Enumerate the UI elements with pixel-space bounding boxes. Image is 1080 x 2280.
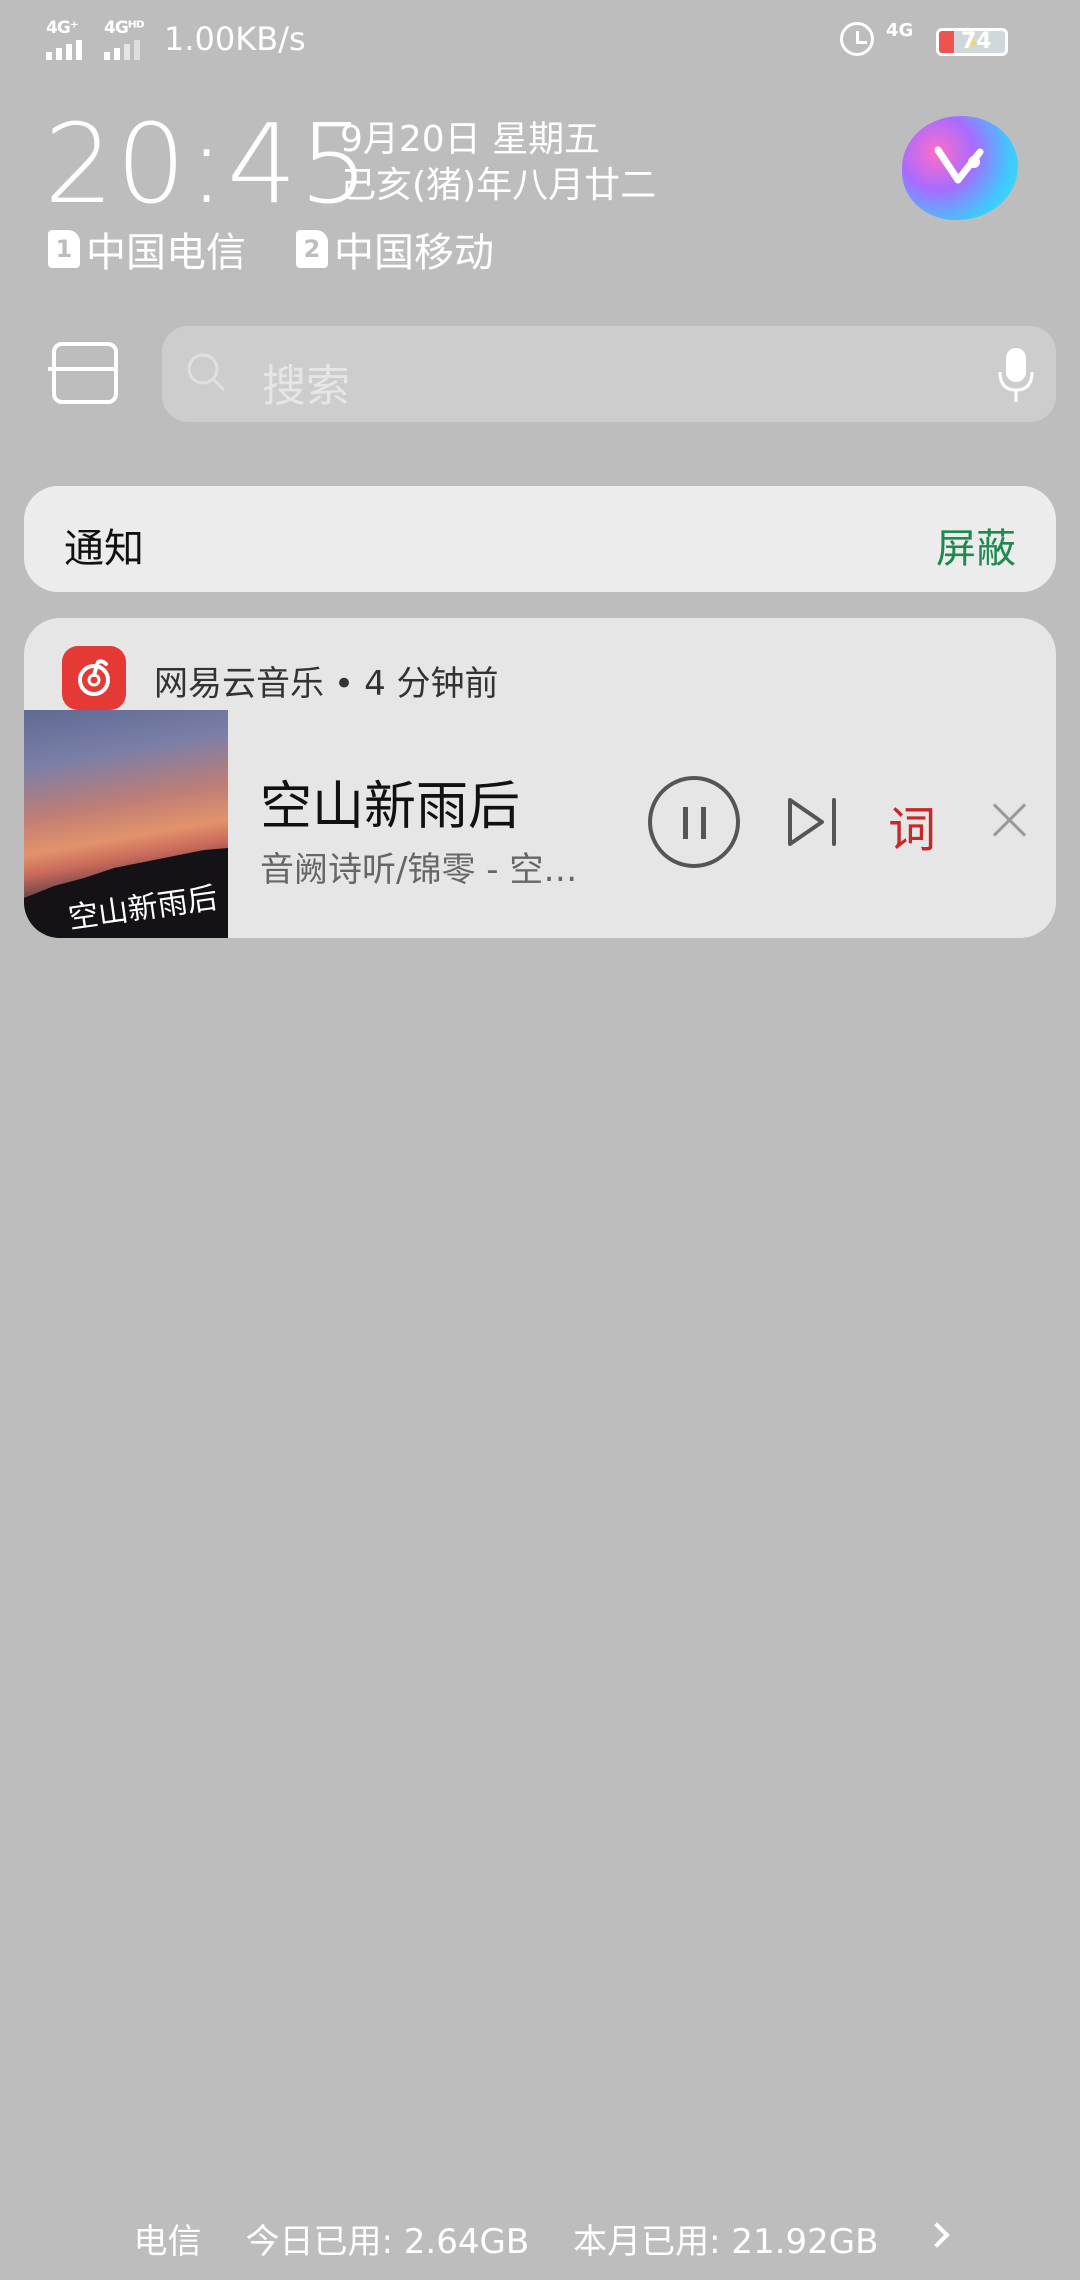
separator: • bbox=[334, 664, 355, 704]
chevron-right-icon[interactable] bbox=[924, 2222, 951, 2248]
assistant-logo-icon bbox=[934, 146, 984, 184]
search-placeholder: 搜索 bbox=[262, 361, 350, 412]
sim2-network-type: 4Gᴴᴰ bbox=[104, 18, 145, 38]
footer-carrier: 电信 bbox=[133, 2222, 202, 2262]
notification-time: 4 分钟前 bbox=[364, 664, 499, 704]
app-name: 网易云音乐 bbox=[154, 664, 324, 704]
sim2-icon: 2 bbox=[296, 230, 328, 268]
search-bar[interactable]: 搜索 bbox=[162, 326, 1056, 422]
network-type: 4G bbox=[886, 20, 914, 41]
voice-assistant-button[interactable] bbox=[902, 116, 1018, 220]
pause-button[interactable] bbox=[648, 776, 740, 868]
lunar-date-line: 己亥(猪)年八月廿二 bbox=[340, 165, 657, 206]
alarm-icon bbox=[840, 22, 874, 56]
network-speed: 1.00KB/s bbox=[164, 20, 306, 58]
data-usage-bar[interactable]: 电信 今日已用: 2.64GB 本月已用: 21.92GB bbox=[0, 2214, 1080, 2264]
carrier-name: 中国电信 bbox=[86, 230, 246, 276]
sim1-network-type: 4G⁺ bbox=[46, 18, 79, 38]
sim1-signal-icon: 4G⁺ bbox=[46, 18, 92, 60]
song-title: 空山新雨后 bbox=[260, 777, 521, 837]
today-data-usage: 今日已用: 2.64GB bbox=[245, 2222, 530, 2262]
lyrics-button[interactable]: 词 bbox=[888, 790, 936, 860]
carrier-list: 1 中国电信 2 中国移动 bbox=[48, 220, 494, 278]
carrier-sim1: 1 中国电信 bbox=[48, 220, 246, 278]
song-artist: 音阙诗听/锦零 - 空… bbox=[260, 850, 578, 890]
mute-button[interactable]: 屏蔽 bbox=[936, 516, 1016, 574]
next-track-icon[interactable] bbox=[784, 794, 844, 850]
notification-meta: 网易云音乐 • 4 分钟前 bbox=[154, 656, 499, 705]
status-bar: 4G⁺ 4Gᴴᴰ 1.00KB/s 4G ⚡ 74 bbox=[0, 0, 1080, 80]
scan-button[interactable] bbox=[48, 342, 118, 404]
album-cover: 空山新雨后 bbox=[24, 710, 228, 938]
carrier-name: 中国移动 bbox=[334, 230, 494, 276]
month-data-usage: 本月已用: 21.92GB bbox=[573, 2222, 879, 2262]
sim2-signal-icon: 4Gᴴᴰ bbox=[104, 18, 150, 60]
microphone-icon[interactable] bbox=[996, 346, 1036, 404]
notifications-title: 通知 bbox=[64, 526, 144, 572]
music-notification[interactable]: 网易云音乐 • 4 分钟前 空山新雨后 空山新雨后 音阙诗听/锦零 - 空… 词 bbox=[24, 618, 1056, 938]
clock-time[interactable]: 20:45 bbox=[44, 100, 371, 228]
notifications-header: 通知 屏蔽 bbox=[24, 486, 1056, 592]
battery-level: 74 bbox=[961, 29, 992, 54]
close-icon[interactable] bbox=[988, 798, 1032, 842]
carrier-sim2: 2 中国移动 bbox=[296, 220, 494, 278]
battery-icon: ⚡ 74 bbox=[936, 28, 1008, 56]
sim1-icon: 1 bbox=[48, 230, 80, 268]
date-line[interactable]: 9月20日 星期五 bbox=[340, 110, 600, 162]
netease-music-app-icon bbox=[62, 646, 126, 710]
search-icon bbox=[187, 353, 225, 391]
